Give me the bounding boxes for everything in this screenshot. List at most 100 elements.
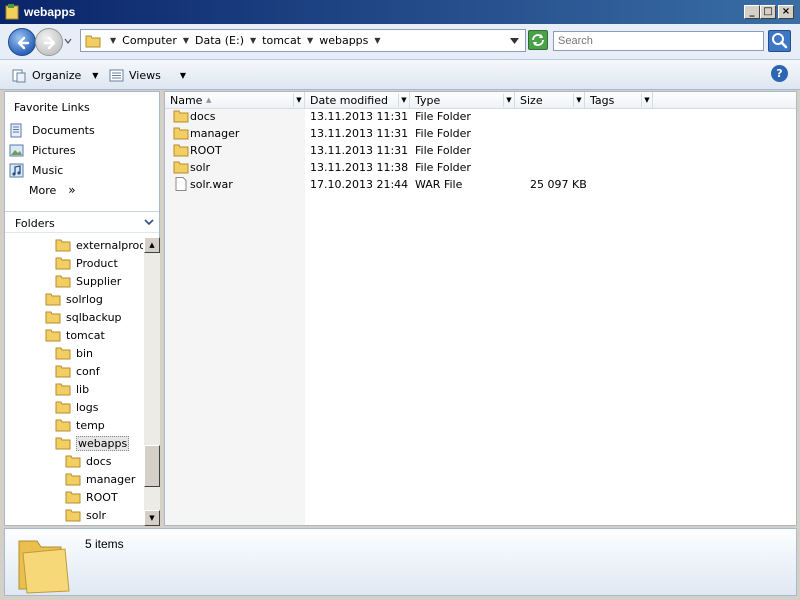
column-header-name[interactable]: Name ▲ ▼ (165, 92, 305, 109)
back-button[interactable] (8, 28, 36, 56)
tree-item[interactable]: docs (65, 453, 112, 469)
tree-item[interactable]: tomcat (45, 327, 105, 343)
address-history-dropdown-icon[interactable] (510, 38, 519, 44)
maximize-button[interactable]: □ (760, 5, 776, 19)
folder-icon (55, 347, 71, 360)
chevron-down-icon[interactable]: ▼ (641, 94, 652, 107)
forward-arrow-icon (43, 36, 56, 50)
folder-icon (173, 144, 189, 157)
tree-item[interactable]: Supplier (55, 273, 121, 289)
tree-item[interactable]: temp (55, 417, 105, 433)
documents-icon (10, 123, 22, 137)
chevron-down-icon[interactable]: ▼ (503, 94, 514, 107)
organize-button[interactable]: Organize ▼ (12, 66, 98, 84)
item-count: 5 items (85, 537, 124, 551)
favorite-label: Pictures (32, 143, 76, 157)
scroll-up-arrow-icon[interactable]: ▲ (144, 237, 160, 253)
file-list-pane: Name ▲ ▼ Date modified ▼ Type ▼ Size ▼ T… (164, 91, 797, 526)
file-name: solr.war (190, 178, 233, 191)
tree-item-label: webapps (76, 435, 130, 451)
tree-item[interactable]: Product (55, 255, 118, 271)
breadcrumb-data-drive[interactable]: Data (E:) (192, 34, 247, 47)
folder-icon (55, 419, 71, 432)
chevron-down-icon[interactable]: ▼ (247, 36, 259, 45)
favorite-music[interactable]: Music (9, 161, 63, 179)
tree-item[interactable]: logs (55, 399, 99, 415)
folder-icon (55, 401, 71, 414)
column-title: Date modified (310, 94, 388, 107)
folder-icon (55, 437, 71, 450)
tree-item[interactable]: solrlog (45, 291, 103, 307)
chevron-down-icon[interactable]: ▼ (304, 36, 316, 45)
more-chevron-icon: » (68, 183, 76, 197)
chevron-down-icon[interactable]: ▼ (398, 94, 409, 107)
file-row[interactable]: solr 13.11.2013 11:38 File Folder (165, 159, 796, 176)
tree-scrollbar[interactable]: ▲ ▼ (144, 237, 160, 526)
help-icon[interactable]: ? (771, 65, 788, 82)
scroll-down-arrow-icon[interactable]: ▼ (144, 510, 160, 526)
file-type: File Folder (415, 144, 471, 157)
file-date-modified: 17.10.2013 21:44 (310, 178, 409, 191)
tree-item[interactable]: sqlbackup (45, 309, 122, 325)
column-header-tags[interactable]: Tags ▼ (585, 92, 653, 109)
address-row: ▼ Computer ▼ Data (E:) ▼ tomcat ▼ webapp… (0, 24, 800, 60)
column-title: Name (170, 94, 203, 107)
tree-item[interactable]: bin (55, 345, 93, 361)
column-header-type[interactable]: Type ▼ (410, 92, 515, 109)
favorite-documents[interactable]: Documents (9, 121, 95, 139)
column-header-size[interactable]: Size ▼ (515, 92, 585, 109)
refresh-button[interactable] (528, 30, 548, 50)
file-type: File Folder (415, 127, 471, 140)
folder-icon (173, 127, 189, 140)
favorite-links-heading: Favorite Links (14, 101, 90, 114)
file-row[interactable]: docs 13.11.2013 11:31 File Folder (165, 108, 796, 125)
tree-item[interactable]: manager (65, 471, 135, 487)
column-header-date-modified[interactable]: Date modified ▼ (305, 92, 410, 109)
favorite-more[interactable]: More » (29, 181, 76, 199)
search-input[interactable] (554, 32, 763, 50)
folder-icon (55, 239, 71, 252)
views-icon (109, 69, 124, 81)
chevron-down-icon[interactable]: ▼ (371, 36, 383, 45)
tree-item[interactable]: webapps (55, 435, 130, 451)
tree-item-label: ROOT (86, 490, 118, 504)
tree-item[interactable]: ROOT (65, 489, 118, 505)
tree-item[interactable]: solr (65, 507, 106, 523)
window-title: webapps (24, 5, 76, 19)
folder-icon (65, 509, 81, 522)
address-bar[interactable]: ▼ Computer ▼ Data (E:) ▼ tomcat ▼ webapp… (80, 29, 526, 52)
chevron-down-icon[interactable]: ▼ (180, 36, 192, 45)
command-toolbar: Organize ▼ Views ▼ ? (0, 60, 800, 90)
breadcrumb-tomcat[interactable]: tomcat (259, 34, 304, 47)
close-button[interactable]: × (778, 5, 794, 19)
folders-header[interactable]: Folders (5, 211, 159, 233)
sort-ascending-icon: ▲ (206, 96, 212, 104)
chevron-down-icon[interactable]: ▼ (107, 36, 119, 45)
favorite-pictures[interactable]: Pictures (9, 141, 76, 159)
favorite-label: More (29, 183, 57, 197)
tree-item-label: lib (76, 382, 90, 396)
tree-item[interactable]: externalprodu (55, 237, 143, 253)
recent-pages-dropdown-icon[interactable] (63, 36, 73, 46)
forward-button[interactable] (35, 28, 63, 56)
tree-item[interactable]: conf (55, 363, 100, 379)
breadcrumb-webapps[interactable]: webapps (316, 34, 371, 47)
search-icon (772, 33, 788, 49)
title-bar: webapps _ □ × (0, 0, 800, 24)
tree-item[interactable]: lib (55, 381, 89, 397)
breadcrumb-computer[interactable]: Computer (119, 34, 180, 47)
details-pane: 5 items (4, 528, 797, 596)
file-row[interactable]: manager 13.11.2013 11:31 File Folder (165, 125, 796, 142)
chevron-down-icon[interactable]: ▼ (293, 94, 304, 107)
file-date-modified: 13.11.2013 11:31 (310, 110, 409, 123)
views-button[interactable]: Views ▼ (109, 66, 186, 84)
scrollbar-thumb[interactable] (144, 445, 160, 487)
minimize-button[interactable]: _ (744, 5, 760, 19)
file-row[interactable]: solr.war 17.10.2013 21:44 WAR File 25 097 K… (165, 176, 796, 193)
file-name: solr (190, 161, 211, 174)
file-date-modified: 13.11.2013 11:31 (310, 144, 409, 157)
search-button[interactable] (768, 30, 791, 52)
pictures-icon (9, 144, 24, 156)
chevron-down-icon[interactable]: ▼ (573, 94, 584, 107)
file-row[interactable]: ROOT 13.11.2013 11:31 File Folder (165, 142, 796, 159)
